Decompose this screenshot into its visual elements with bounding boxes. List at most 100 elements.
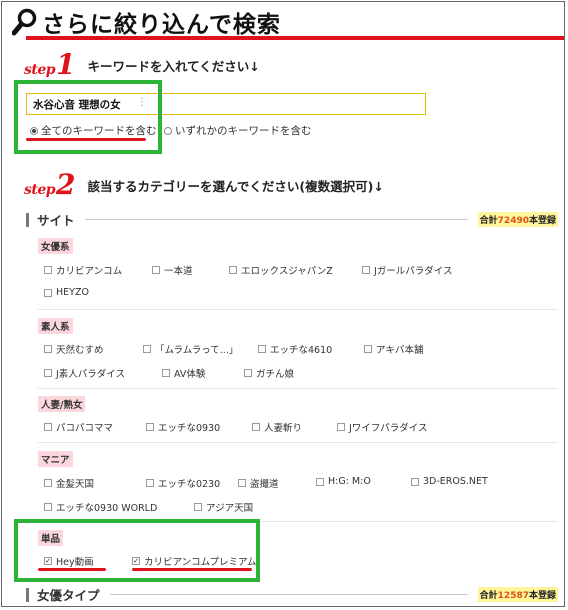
page-title: さらに絞り込んで検索 xyxy=(42,12,281,38)
site-count-badge: 合計72490本登録 xyxy=(477,212,558,227)
underline-mark xyxy=(26,138,146,141)
checkbox-icon[interactable] xyxy=(143,345,151,353)
checkbox-label: パコパコママ xyxy=(56,423,114,434)
checkbox-item[interactable]: エッチな0930 WORLD xyxy=(44,500,157,514)
actress-count-badge: 合計12587本登録 xyxy=(477,587,558,602)
checkbox-icon[interactable] xyxy=(229,266,237,274)
step1-word: step xyxy=(24,62,56,78)
category-mania: マニア xyxy=(38,451,73,467)
group-divider xyxy=(38,388,558,389)
checkbox-icon[interactable] xyxy=(152,266,160,274)
underline-mark xyxy=(132,568,252,571)
checkbox-label: エロックスジャパンZ xyxy=(241,266,333,277)
checkbox-icon[interactable] xyxy=(337,423,345,431)
underline-mark xyxy=(38,568,106,571)
checkbox-item[interactable]: ガチん娘 xyxy=(244,366,294,380)
highlight-box-keyword xyxy=(14,80,162,154)
category-hitozuma: 人妻/熟女 xyxy=(38,396,86,412)
checkbox-label: 「ムラムラって...」 xyxy=(155,345,239,356)
checkbox-label: 一本道 xyxy=(164,266,193,277)
group-divider xyxy=(38,309,558,310)
step1-heading: step 1 キーワードを入れてください↓ xyxy=(24,51,260,79)
checkbox-label: HEYZO xyxy=(56,287,89,298)
checkbox-item[interactable]: HEYZO xyxy=(44,287,89,298)
checkbox-item[interactable]: 天然むすめ xyxy=(44,342,104,356)
group-divider xyxy=(38,442,558,443)
checkbox-icon[interactable] xyxy=(44,423,52,431)
checkbox-item[interactable]: エッチな4610 xyxy=(258,342,332,356)
checkbox-icon[interactable] xyxy=(44,479,52,487)
checkbox-item[interactable]: Jワイフパラダイス xyxy=(337,420,428,434)
checkbox-label: エッチな0930 xyxy=(158,423,221,434)
checkbox-item[interactable]: 一本道 xyxy=(152,263,193,277)
checkbox-item[interactable]: 盗撮道 xyxy=(238,476,279,490)
checkbox-icon[interactable] xyxy=(44,369,52,377)
checkbox-icon[interactable] xyxy=(411,477,419,486)
count-suffix: 本登録 xyxy=(528,591,556,601)
highlight-box-tanpin xyxy=(14,519,260,582)
checkbox-item[interactable]: カリビアンコム xyxy=(44,263,122,277)
step1-instruction: キーワードを入れてください↓ xyxy=(87,58,260,74)
section-divider xyxy=(109,594,468,595)
search-icon xyxy=(11,8,38,36)
step2-instruction: 該当するカテゴリーを選んでください(複数選択可)↓ xyxy=(87,178,384,194)
checkbox-label: H:G: M:O xyxy=(328,476,371,487)
checkbox-icon[interactable] xyxy=(316,477,324,486)
checkbox-icon[interactable] xyxy=(244,369,252,377)
step1-badge: step 1 xyxy=(24,51,76,79)
category-joyu: 女優系 xyxy=(38,238,73,254)
checkbox-label: J素人パラダイス xyxy=(56,369,126,380)
checkbox-item[interactable]: エロックスジャパンZ xyxy=(229,263,333,277)
section-bar xyxy=(26,587,29,602)
checkbox-icon[interactable] xyxy=(44,503,52,511)
checkbox-icon[interactable] xyxy=(44,288,52,297)
count-prefix: 合計 xyxy=(479,216,498,226)
checkbox-icon[interactable] xyxy=(44,266,52,274)
checkbox-label: エッチな0930 WORLD xyxy=(56,503,158,514)
checkbox-icon[interactable] xyxy=(252,423,260,431)
checkbox-item[interactable]: パコパコママ xyxy=(44,420,113,434)
checkbox-icon[interactable] xyxy=(194,503,202,511)
checkbox-label: アジア天国 xyxy=(206,503,254,514)
checkbox-label: 人妻斬り xyxy=(264,423,303,434)
title-underline xyxy=(26,36,564,40)
checkbox-label: ガチん娘 xyxy=(256,369,295,380)
site-section-header: サイト 合計72490本登録 xyxy=(26,210,558,229)
checkbox-item[interactable]: エッチな0930 xyxy=(146,420,220,434)
checkbox-item[interactable]: Jガールパラダイス xyxy=(362,263,453,277)
checkbox-icon[interactable] xyxy=(258,345,266,353)
checkbox-label: Jガールパラダイス xyxy=(374,266,453,277)
actress-count-value: 12587 xyxy=(497,591,529,601)
checkbox-item[interactable]: J素人パラダイス xyxy=(44,366,125,380)
checkbox-label: カリビアンコム xyxy=(56,266,123,277)
actress-section-header: 女優タイプ 合計12587本登録 xyxy=(26,585,558,604)
count-suffix: 本登録 xyxy=(528,216,556,226)
checkbox-item[interactable]: 人妻斬り xyxy=(252,420,302,434)
checkbox-icon[interactable] xyxy=(146,423,154,431)
radio-any-keywords[interactable]: いずれかのキーワードを含む xyxy=(164,123,312,138)
step2-badge: step 2 xyxy=(24,171,76,199)
checkbox-icon[interactable] xyxy=(44,345,52,353)
checkbox-icon[interactable] xyxy=(162,369,170,377)
checkbox-label: 3D-EROS.NET xyxy=(423,476,488,487)
radio-any-label: いずれかのキーワードを含む xyxy=(175,125,312,137)
count-prefix: 合計 xyxy=(479,591,498,601)
checkbox-item[interactable]: エッチな0230 xyxy=(146,476,220,490)
checkbox-item[interactable]: アジア天国 xyxy=(194,500,253,514)
site-section-label: サイト xyxy=(37,213,75,228)
checkbox-icon[interactable] xyxy=(238,479,246,487)
checkbox-item[interactable]: 金髪天国 xyxy=(44,476,94,490)
checkbox-icon[interactable] xyxy=(146,479,154,487)
checkbox-label: 金髪天国 xyxy=(56,479,95,490)
checkbox-item[interactable]: 「ムラムラって...」 xyxy=(143,342,238,356)
checkbox-icon[interactable] xyxy=(364,345,372,353)
checkbox-item[interactable]: H:G: M:O xyxy=(316,476,371,487)
checkbox-item[interactable]: アキバ本舗 xyxy=(364,342,424,356)
checkbox-label: AV体験 xyxy=(174,369,206,380)
checkbox-item[interactable]: AV体験 xyxy=(162,366,205,380)
actress-section-label: 女優タイプ xyxy=(37,588,100,603)
radio-dot-icon[interactable] xyxy=(164,126,172,135)
category-shirouto: 素人系 xyxy=(38,318,73,334)
checkbox-icon[interactable] xyxy=(362,266,370,274)
checkbox-item[interactable]: 3D-EROS.NET xyxy=(411,476,488,487)
